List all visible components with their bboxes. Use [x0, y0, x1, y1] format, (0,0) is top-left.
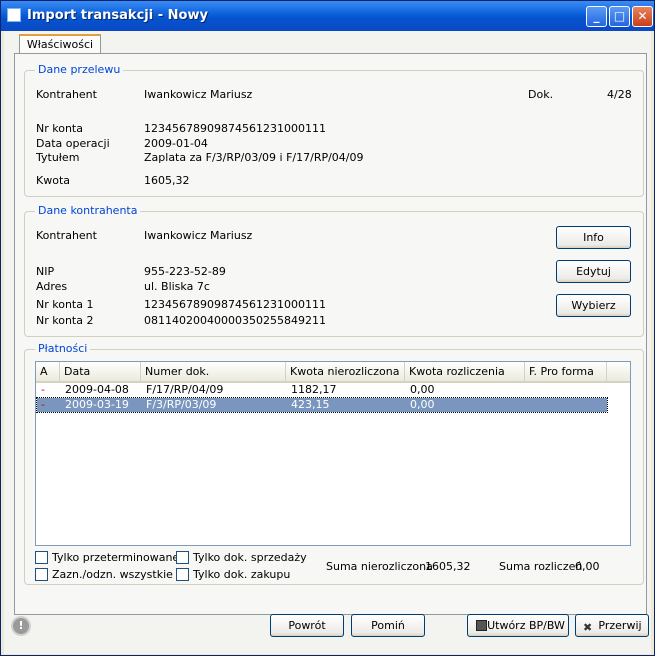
cell-data: 2009-03-19	[65, 398, 129, 411]
cell-numer: F/3/RP/03/09	[146, 398, 217, 411]
suma-nierozliczona-value: 1605,32	[425, 560, 471, 573]
group-dane-kontrahenta: Dane kontrahenta Kontrahent Iwankowicz M…	[24, 204, 644, 337]
suma-nierozliczona-label: Suma nierozliczona	[326, 560, 433, 573]
nr-konta-value: 12345678909874561231000111	[144, 122, 326, 135]
cell-kwota-rozl: 0,00	[410, 398, 435, 411]
utworz-label: Utwórz BP/BW	[487, 619, 565, 632]
nr-konta1-value: 12345678909874561231000111	[144, 298, 326, 311]
col-header-kwota-nierozl[interactable]: Kwota nierozliczona	[286, 362, 405, 381]
kontrahent-label: Kontrahent	[36, 88, 97, 101]
kwota-label: Kwota	[36, 174, 70, 187]
kontrahent-value: Iwankowicz Mariusz	[144, 88, 253, 101]
save-icon	[476, 620, 487, 631]
nr-konta-label: Nr konta	[36, 122, 83, 135]
nr-konta2-label: Nr konta 2	[36, 314, 94, 327]
nip-label: NIP	[36, 265, 55, 278]
client-area: Właściwości Dane przelewu Kontrahent Iwa…	[4, 31, 651, 654]
title-bar: Import transakcji - Nowy _ □ ✕	[1, 1, 654, 31]
tab-wlasciwosci[interactable]: Właściwości	[19, 34, 101, 54]
cancel-icon: ✖	[583, 621, 593, 634]
group-legend: Dane przelewu	[35, 63, 124, 76]
kontrahent-value: Iwankowicz Mariusz	[144, 229, 253, 242]
przerwij-label: Przerwij	[598, 619, 642, 632]
cell-pro-forma	[526, 398, 530, 412]
nip-value: 955-223-52-89	[144, 265, 226, 278]
col-header-numer[interactable]: Numer dok.	[141, 362, 286, 381]
table-row[interactable]: - 2009-04-08 F/17/RP/04/09 1182,17 0,00	[37, 383, 607, 397]
window-title: Import transakcji - Nowy	[27, 8, 208, 23]
przerwij-button[interactable]: ✖ Przerwij	[575, 614, 649, 637]
col-header-pro-forma[interactable]: F. Pro forma	[525, 362, 607, 381]
zazn-odzn-checkbox[interactable]	[35, 568, 48, 581]
info-button[interactable]: Info	[556, 226, 631, 249]
cell-kwota-nierozl: 1182,17	[291, 383, 337, 396]
tab-page: Dane przelewu Kontrahent Iwankowicz Mari…	[14, 53, 647, 615]
table-row-selected[interactable]: - 2009-03-19 F/3/RP/03/09 423,15 0,00	[36, 397, 608, 413]
tytulem-label: Tytułem	[36, 151, 80, 164]
group-legend: Płatności	[35, 342, 91, 355]
data-operacji-value: 2009-01-04	[144, 137, 208, 150]
tylko-zakupu-checkbox[interactable]	[176, 568, 189, 581]
nr-konta1-label: Nr konta 1	[36, 298, 94, 311]
cell-a: -	[41, 383, 45, 396]
import-window: Import transakcji - Nowy _ □ ✕ Właściwoś…	[0, 0, 655, 656]
suma-rozliczen-label: Suma rozliczeń	[499, 560, 583, 573]
maximize-button[interactable]: □	[609, 6, 630, 27]
dok-label: Dok.	[528, 88, 554, 101]
group-legend: Dane kontrahenta	[35, 204, 141, 217]
col-header-data[interactable]: Data	[60, 362, 141, 381]
minimize-button[interactable]: _	[586, 6, 607, 27]
dok-value: 4/28	[607, 88, 632, 101]
cell-kwota-rozl: 0,00	[410, 383, 435, 396]
group-dane-przelewu: Dane przelewu Kontrahent Iwankowicz Mari…	[24, 63, 644, 197]
cell-a: -	[41, 398, 45, 411]
kwota-value: 1605,32	[144, 174, 190, 187]
utworz-button[interactable]: Utwórz BP/BW	[467, 614, 569, 637]
platnosci-grid[interactable]: A Data Numer dok. Kwota nierozliczona Kw…	[35, 361, 631, 546]
col-header-a[interactable]: A	[36, 362, 60, 381]
window-icon	[7, 8, 21, 22]
data-operacji-label: Data operacji	[36, 137, 110, 150]
tylko-sprzedazy-label: Tylko dok. sprzedaży	[193, 551, 307, 564]
kontrahent-label: Kontrahent	[36, 229, 97, 242]
grid-header: A Data Numer dok. Kwota nierozliczona Kw…	[36, 362, 630, 383]
tylko-zakupu-label: Tylko dok. zakupu	[193, 568, 291, 581]
zazn-odzn-label: Zazn./odzn. wszystkie	[52, 568, 173, 581]
nr-konta2-value: 08114020040000350255849211	[144, 314, 326, 327]
cell-kwota-nierozl: 423,15	[291, 398, 330, 411]
tylko-przeterminowane-label: Tylko przeterminowane	[52, 551, 180, 564]
tylko-sprzedazy-checkbox[interactable]	[176, 551, 189, 564]
adres-value: ul. Bliska 7c	[144, 280, 210, 293]
tytulem-value: Zaplata za F/3/RP/03/09 i F/17/RP/04/09	[144, 151, 364, 164]
tylko-przeterminowane-checkbox[interactable]	[35, 551, 48, 564]
footer-bar: ! Powrót Pomiń Utwórz BP/BW ✖ Przerwij	[4, 606, 651, 654]
col-header-kwota-rozl[interactable]: Kwota rozliczenia	[405, 362, 525, 381]
wybierz-button[interactable]: Wybierz	[556, 294, 631, 317]
cell-numer: F/17/RP/04/09	[146, 383, 224, 396]
suma-rozliczen-value: 0,00	[575, 560, 600, 573]
pomin-button[interactable]: Pomiń	[351, 614, 425, 637]
adres-label: Adres	[36, 280, 68, 293]
edytuj-button[interactable]: Edytuj	[556, 260, 631, 283]
close-button[interactable]: ✕	[632, 6, 653, 27]
cell-data: 2009-04-08	[65, 383, 129, 396]
warning-icon[interactable]: !	[11, 616, 31, 636]
cell-pro-forma	[526, 383, 530, 397]
powrot-button[interactable]: Powrót	[270, 614, 344, 637]
